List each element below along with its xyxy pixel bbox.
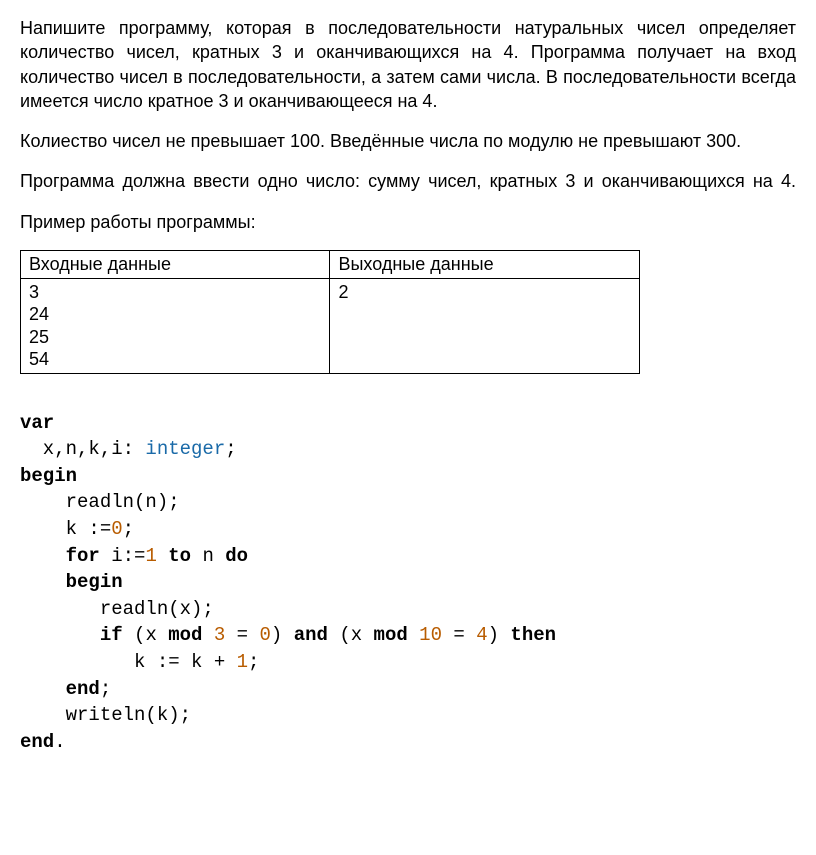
code-text — [20, 545, 66, 567]
code-text: (x — [328, 624, 374, 646]
code-text: (x — [123, 624, 169, 646]
keyword-do: do — [225, 545, 248, 567]
code-text — [20, 624, 100, 646]
number-literal: 10 — [419, 624, 442, 646]
code-text: i:= — [100, 545, 146, 567]
example-label: Пример работы программы: — [20, 210, 796, 234]
code-text — [202, 624, 213, 646]
number-literal: 0 — [111, 518, 122, 540]
table-row: 3 24 25 54 2 — [21, 278, 640, 373]
number-literal: 3 — [214, 624, 225, 646]
code-text: ; — [100, 678, 111, 700]
code-text: readln(n); — [20, 491, 180, 513]
keyword-then: then — [510, 624, 556, 646]
code-text — [157, 545, 168, 567]
keyword-begin: begin — [66, 571, 123, 593]
table-row: Входные данные Выходные данные — [21, 251, 640, 279]
code-text — [408, 624, 419, 646]
keyword-end: end — [20, 731, 54, 753]
keyword-and: and — [294, 624, 328, 646]
code-text: x,n,k,i: — [20, 438, 145, 460]
code-block: var x,n,k,i: integer; begin readln(n); k… — [20, 410, 796, 756]
keyword-mod: mod — [168, 624, 202, 646]
number-literal: 0 — [260, 624, 271, 646]
code-text: = — [442, 624, 476, 646]
table-header-input: Входные данные — [21, 251, 330, 279]
code-text: ; — [248, 651, 259, 673]
keyword-for: for — [66, 545, 100, 567]
table-header-output: Выходные данные — [330, 251, 640, 279]
code-text: ; — [225, 438, 236, 460]
code-text: ) — [488, 624, 511, 646]
problem-paragraph-1: Напишите программу, которая в последоват… — [20, 16, 796, 113]
code-text — [20, 678, 66, 700]
type-integer: integer — [145, 438, 225, 460]
keyword-end: end — [66, 678, 100, 700]
number-literal: 1 — [237, 651, 248, 673]
number-literal: 4 — [476, 624, 487, 646]
code-text: ) — [271, 624, 294, 646]
code-text: . — [54, 731, 65, 753]
code-text — [20, 571, 66, 593]
problem-paragraph-3: Программа должна ввести одно число: сумм… — [20, 169, 796, 193]
code-text: readln(x); — [20, 598, 214, 620]
code-text: k := k + — [20, 651, 237, 673]
code-text: k := — [20, 518, 111, 540]
example-table: Входные данные Выходные данные 3 24 25 5… — [20, 250, 640, 374]
keyword-to: to — [168, 545, 191, 567]
number-literal: 1 — [145, 545, 156, 567]
keyword-var: var — [20, 412, 54, 434]
keyword-begin: begin — [20, 465, 77, 487]
problem-paragraph-2: Колиество чисел не превышает 100. Введён… — [20, 129, 796, 153]
code-text: = — [225, 624, 259, 646]
code-text: writeln(k); — [20, 704, 191, 726]
keyword-if: if — [100, 624, 123, 646]
code-text: n — [191, 545, 225, 567]
table-cell-input: 3 24 25 54 — [21, 278, 330, 373]
code-text: ; — [123, 518, 134, 540]
keyword-mod: mod — [374, 624, 408, 646]
table-cell-output: 2 — [330, 278, 640, 373]
